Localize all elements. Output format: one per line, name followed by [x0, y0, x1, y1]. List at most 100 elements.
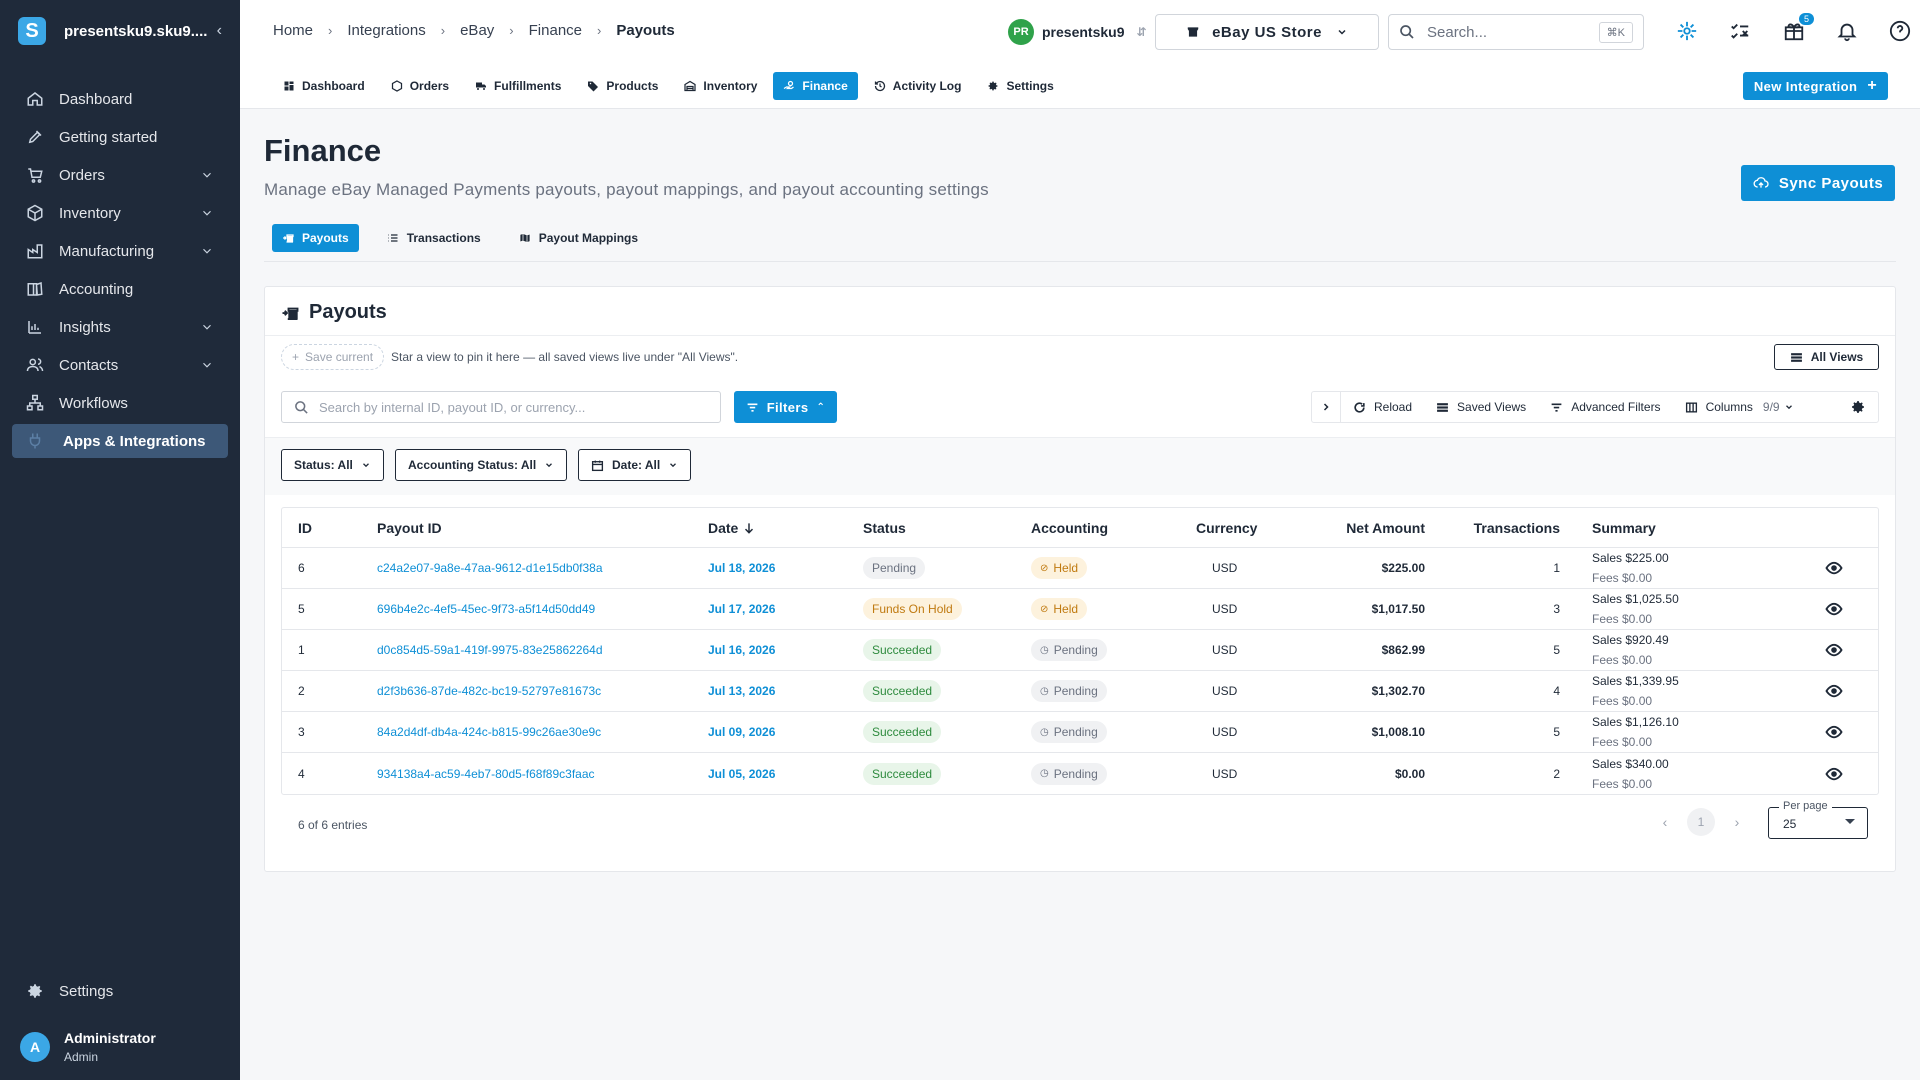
col-id[interactable]: ID — [282, 520, 377, 536]
payout-id-link[interactable]: d0c854d5-59a1-419f-9975-83e25862264d — [377, 643, 603, 657]
payout-id-link[interactable]: 696b4e2c-4ef5-45ec-9f73-a5f14d50dd49 — [377, 602, 595, 616]
payout-date-link[interactable]: Jul 05, 2026 — [708, 767, 775, 781]
payout-date-link[interactable]: Jul 13, 2026 — [708, 684, 775, 698]
eye-icon[interactable] — [1825, 765, 1843, 783]
save-current-view-button[interactable]: + Save current — [281, 344, 385, 370]
eye-icon[interactable] — [1825, 682, 1843, 700]
filters-button[interactable]: Filters ⌃ — [734, 391, 837, 423]
col-net-amount[interactable]: Net Amount — [1306, 520, 1425, 536]
subnav-finance[interactable]: Finance — [773, 72, 858, 100]
accounting-status-filter-chip[interactable]: Accounting Status: All — [395, 449, 568, 481]
subnav-orders[interactable]: Orders — [381, 72, 459, 100]
global-search-input[interactable]: Search... — [1427, 24, 1599, 41]
brand-logo[interactable]: S — [18, 17, 46, 45]
col-status[interactable]: Status — [863, 520, 1031, 536]
sidebar-item-dashboard[interactable]: Dashboard — [12, 82, 228, 116]
breadcrumb-finance[interactable]: Finance — [529, 22, 582, 39]
subnav-activity-log[interactable]: Activity Log — [864, 72, 972, 100]
sidebar-item-accounting[interactable]: Accounting — [12, 272, 228, 306]
payout-date-link[interactable]: Jul 18, 2026 — [708, 561, 775, 575]
eye-icon[interactable] — [1825, 559, 1843, 577]
col-date[interactable]: Date — [708, 520, 863, 536]
subnav-dashboard[interactable]: Dashboard — [273, 72, 375, 100]
all-views-button[interactable]: All Views — [1774, 344, 1879, 370]
sidebar-item-workflows[interactable]: Workflows — [12, 386, 228, 420]
columns-button[interactable]: Columns 9/9 — [1673, 392, 1806, 422]
prev-page-button[interactable]: ‹ — [1651, 808, 1679, 836]
subnav-inventory[interactable]: Inventory — [674, 72, 767, 100]
sidebar-item-insights[interactable]: Insights — [12, 310, 228, 344]
page-number[interactable]: 1 — [1687, 808, 1715, 836]
eye-icon[interactable] — [1825, 641, 1843, 659]
user-profile[interactable]: A Administrator Admin — [0, 1020, 240, 1080]
sidebar-item-orders[interactable]: Orders — [12, 158, 228, 192]
col-currency[interactable]: Currency — [1196, 520, 1306, 536]
book-icon — [26, 280, 44, 298]
status-filter-chip[interactable]: Status: All — [281, 449, 384, 481]
col-payout-id[interactable]: Payout ID — [377, 520, 708, 536]
subnav-settings[interactable]: Settings — [977, 72, 1063, 100]
task-list-icon[interactable] — [1728, 19, 1752, 43]
sidebar-item-getting-started[interactable]: Getting started — [12, 120, 228, 154]
box-icon — [391, 80, 403, 92]
chevron-right-icon: › — [509, 23, 514, 38]
new-integration-button[interactable]: New Integration + — [1743, 72, 1888, 100]
tab-payout-mappings[interactable]: Payout Mappings — [509, 224, 648, 252]
breadcrumb-home[interactable]: Home — [273, 22, 313, 39]
saved-views-button[interactable]: Saved Views — [1424, 392, 1538, 422]
tab-payouts[interactable]: Payouts — [272, 224, 359, 252]
col-transactions[interactable]: Transactions — [1425, 520, 1560, 536]
tab-transactions[interactable]: Transactions — [377, 224, 491, 252]
eye-icon[interactable] — [1825, 600, 1843, 618]
accounting-badge-label: Pending — [1053, 684, 1098, 698]
table-row[interactable]: 4 934138a4-ac59-4eb7-80d5-f68f89c3faac Jul… — [282, 753, 1878, 794]
collapse-sidebar-icon[interactable]: ‹ — [217, 22, 222, 40]
sidebar-item-contacts[interactable]: Contacts — [12, 348, 228, 382]
cell-currency: USD — [1212, 602, 1238, 616]
table-row[interactable]: 3 84a2d4df-db4a-424c-b815-99c26ae30e9c Jul… — [282, 712, 1878, 753]
table-row[interactable]: 1 d0c854d5-59a1-419f-9975-83e25862264d Jul… — [282, 630, 1878, 671]
map-icon — [519, 232, 531, 244]
summary-sales: Sales $1,025.50 — [1592, 592, 1679, 606]
table-row[interactable]: 2 d2f3b636-87de-482c-bc19-52797e81673c Jul… — [282, 671, 1878, 712]
table-row[interactable]: 6 c24a2e07-9a8e-47aa-9612-d1e15db0f38a Jul… — [282, 548, 1878, 589]
gift-icon[interactable]: 5 — [1782, 13, 1814, 43]
global-search[interactable]: Search... ⌘K — [1388, 14, 1644, 50]
payout-id-link[interactable]: c24a2e07-9a8e-47aa-9612-d1e15db0f38a — [377, 561, 603, 575]
date-filter-chip[interactable]: Date: All — [578, 449, 692, 481]
table-row[interactable]: 5 696b4e2c-4ef5-45ec-9f73-a5f14d50dd49 Jul… — [282, 589, 1878, 630]
reload-button[interactable]: Reload — [1341, 392, 1424, 422]
store-selector[interactable]: eBay US Store — [1155, 14, 1379, 50]
table-settings-button[interactable] — [1838, 392, 1878, 422]
bell-icon[interactable] — [1835, 19, 1859, 43]
breadcrumb-integrations[interactable]: Integrations — [347, 22, 425, 39]
next-page-button[interactable]: › — [1723, 808, 1751, 836]
payout-id-link[interactable]: d2f3b636-87de-482c-bc19-52797e81673c — [377, 684, 601, 698]
subnav-products[interactable]: Products — [577, 72, 668, 100]
ai-sparkle-icon[interactable] — [1675, 19, 1699, 43]
toolbar-expand-button[interactable] — [1312, 392, 1341, 422]
col-summary[interactable]: Summary — [1560, 520, 1790, 536]
org-name[interactable]: presentsku9.sku9.... — [64, 23, 217, 40]
sidebar-item-apps-integrations[interactable]: Apps & Integrations — [12, 424, 228, 458]
payout-date-link[interactable]: Jul 09, 2026 — [708, 725, 775, 739]
sync-payouts-button[interactable]: Sync Payouts — [1741, 165, 1895, 201]
help-icon[interactable] — [1888, 19, 1912, 43]
sidebar-item-inventory[interactable]: Inventory — [12, 196, 228, 230]
account-switcher[interactable]: PR presentsku9 ⇵ — [1008, 19, 1147, 45]
payout-date-link[interactable]: Jul 17, 2026 — [708, 602, 775, 616]
payout-date-link[interactable]: Jul 16, 2026 — [708, 643, 775, 657]
cell-transactions: 5 — [1553, 643, 1560, 657]
sidebar-item-settings[interactable]: Settings — [12, 974, 228, 1008]
breadcrumb-ebay[interactable]: eBay — [460, 22, 494, 39]
col-accounting[interactable]: Accounting — [1031, 520, 1196, 536]
eye-icon[interactable] — [1825, 723, 1843, 741]
per-page-select[interactable]: Per page 25 — [1768, 800, 1868, 839]
sidebar-item-manufacturing[interactable]: Manufacturing — [12, 234, 228, 268]
subnav-fulfillments[interactable]: Fulfillments — [465, 72, 571, 100]
payout-search-input[interactable]: Search by internal ID, payout ID, or cur… — [281, 391, 721, 423]
payout-id-link[interactable]: 934138a4-ac59-4eb7-80d5-f68f89c3faac — [377, 767, 595, 781]
subnav-label: Inventory — [703, 79, 758, 93]
advanced-filters-button[interactable]: Advanced Filters — [1538, 392, 1672, 422]
payout-id-link[interactable]: 84a2d4df-db4a-424c-b815-99c26ae30e9c — [377, 725, 601, 739]
